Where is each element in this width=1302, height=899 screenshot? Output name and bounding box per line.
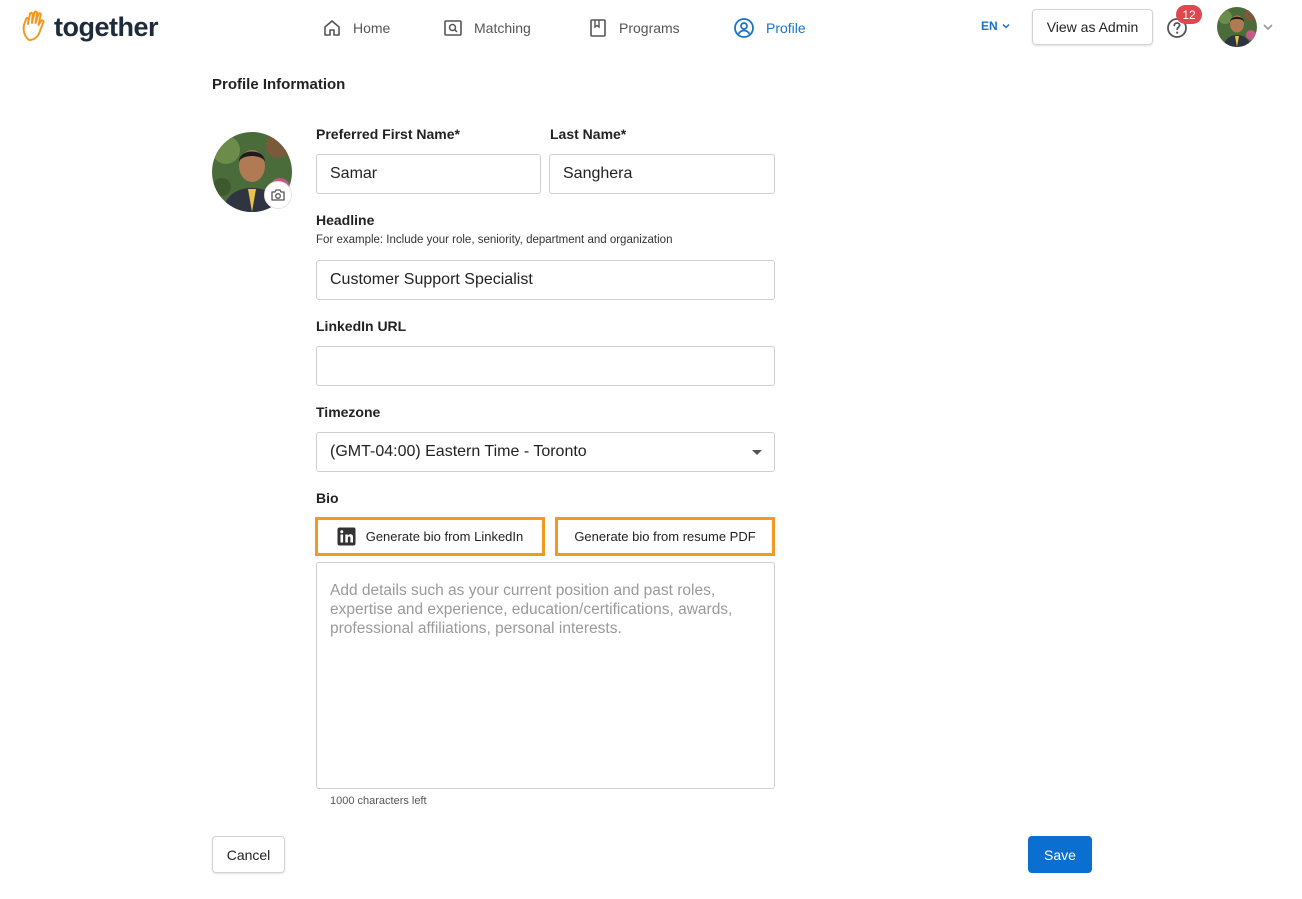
generate-bio-linkedin-button[interactable]: Generate bio from LinkedIn — [315, 517, 545, 556]
headline-hint: For example: Include your role, seniorit… — [316, 234, 673, 246]
view-as-admin-button[interactable]: View as Admin — [1032, 9, 1153, 45]
brand-logo[interactable]: together — [20, 10, 159, 44]
nav-item-matching[interactable]: Matching — [443, 14, 531, 42]
linkedin-icon — [337, 527, 356, 546]
camera-icon — [271, 189, 285, 201]
last-name-label: Last Name* — [550, 126, 627, 142]
user-circle-icon — [734, 18, 754, 38]
last-name-input[interactable]: Sanghera — [549, 154, 775, 194]
user-avatar[interactable] — [1217, 7, 1257, 47]
nav-item-programs[interactable]: Programs — [588, 14, 680, 42]
nav-item-profile[interactable]: Profile — [733, 14, 806, 42]
generate-bio-pdf-button[interactable]: Generate bio from resume PDF — [555, 517, 775, 556]
language-label: EN — [981, 19, 998, 33]
nav-item-home[interactable]: Home — [322, 14, 390, 42]
headline-input[interactable]: Customer Support Specialist — [316, 260, 775, 300]
linkedin-url-input[interactable] — [316, 346, 775, 386]
timezone-label: Timezone — [316, 404, 381, 420]
notification-badge: 12 — [1176, 5, 1202, 24]
last-name-value: Sanghera — [563, 165, 633, 182]
top-header: together Home Matching Programs Profile … — [0, 0, 1302, 56]
change-photo-button[interactable] — [264, 181, 292, 209]
generate-pdf-label: Generate bio from resume PDF — [574, 529, 756, 544]
timezone-select[interactable]: (GMT-04:00) Eastern Time - Toronto — [316, 432, 775, 472]
nav-label-programs: Programs — [619, 20, 680, 36]
first-name-input[interactable]: Samar — [316, 154, 541, 194]
dropdown-arrow-icon — [752, 450, 762, 455]
bio-placeholder: Add details such as your current positio… — [330, 582, 733, 637]
home-icon — [324, 20, 340, 36]
save-button[interactable]: Save — [1028, 836, 1092, 873]
brand-name: together — [54, 12, 159, 42]
generate-linkedin-label: Generate bio from LinkedIn — [365, 529, 524, 544]
chevron-down-icon — [1002, 23, 1010, 29]
book-icon — [590, 19, 606, 37]
language-selector[interactable]: EN — [981, 19, 1011, 33]
avatar-photo-icon — [1217, 7, 1257, 47]
first-name-label: Preferred First Name* — [316, 126, 460, 142]
first-name-value: Samar — [330, 165, 378, 182]
headline-label: Headline — [316, 212, 375, 228]
timezone-value: (GMT-04:00) Eastern Time - Toronto — [330, 443, 587, 460]
bio-textarea[interactable]: Add details such as your current positio… — [316, 562, 775, 789]
linkedin-url-label: LinkedIn URL — [316, 318, 407, 334]
nav-label-matching: Matching — [474, 20, 531, 36]
hand-wave-icon — [22, 10, 45, 41]
nav-label-home: Home — [353, 20, 391, 36]
matching-icon — [444, 20, 462, 36]
headline-value: Customer Support Specialist — [330, 271, 533, 288]
cancel-button[interactable]: Cancel — [212, 836, 285, 873]
account-chevron-down-icon[interactable] — [1262, 21, 1274, 33]
page-title: Profile Information — [212, 76, 346, 93]
nav-label-profile: Profile — [766, 20, 806, 36]
bio-label: Bio — [316, 490, 339, 506]
bio-characters-left: 1000 characters left — [330, 795, 427, 807]
